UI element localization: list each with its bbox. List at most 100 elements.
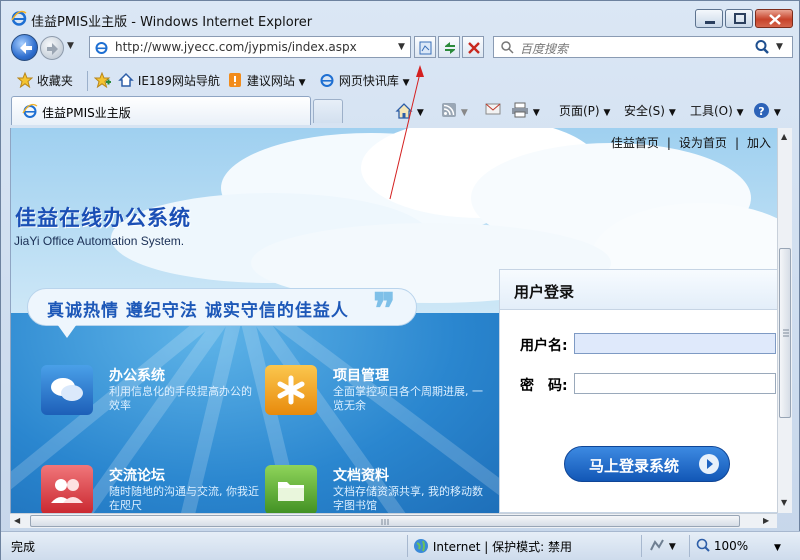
chevron-down-icon: ▼ — [668, 108, 676, 118]
users-icon — [41, 465, 93, 513]
status-text: 完成 — [11, 540, 36, 554]
feature-description: 全面掌控项目各个周期进展, 一览无余 — [333, 385, 483, 412]
security-zone-label: Internet | 保护模式: 禁用 — [432, 540, 573, 554]
favorite-link-suggested-sites[interactable]: 建议网站 ▼ — [227, 72, 306, 90]
address-dropdown-icon[interactable]: ▼ — [398, 42, 405, 52]
read-mail-button[interactable] — [485, 102, 501, 116]
password-input[interactable] — [574, 373, 776, 394]
login-header: 用户登录 — [500, 270, 777, 310]
vertical-scroll-thumb[interactable] — [779, 248, 791, 418]
stop-icon — [468, 42, 480, 54]
tools-menu[interactable]: 工具(O) ▼ — [690, 102, 744, 119]
svg-text:?: ? — [758, 105, 764, 118]
search-placeholder[interactable]: 百度搜索 — [520, 40, 568, 57]
login-title: 用户登录 — [514, 283, 575, 301]
chevron-down-icon: ▼ — [416, 108, 424, 118]
scroll-up-icon[interactable]: ▲ — [781, 132, 787, 141]
link-jiayi-home[interactable]: 佳益首页 — [611, 136, 659, 150]
slogan-text: 真诚热情 遵纪守法 诚实守信的佳益人 — [47, 301, 349, 321]
help-icon: ? — [754, 103, 769, 118]
feature-title: 项目管理 — [333, 368, 389, 384]
horizontal-scrollbar[interactable]: ◀ ▶ — [10, 513, 777, 528]
link-add-favorite[interactable]: 加入 — [747, 136, 771, 150]
star-icon — [16, 71, 34, 89]
ie-logo-icon — [11, 10, 27, 26]
favorite-link-web-slices[interactable]: 网页快讯库 ▼ — [319, 72, 410, 90]
chevron-down-icon: ▼ — [402, 78, 410, 88]
chevron-down-icon: ▼ — [532, 108, 540, 118]
zoom-control[interactable]: 100% ▼ — [696, 538, 781, 553]
feature-documents[interactable]: 文档资料 文档存储资源共享, 我的移动数字图书馆 — [265, 465, 485, 513]
maximize-button[interactable] — [725, 9, 753, 28]
horizontal-scroll-thumb[interactable] — [30, 515, 740, 527]
scroll-down-icon[interactable]: ▼ — [781, 498, 787, 507]
tab-active[interactable]: 佳益PMIS业主版 — [11, 96, 311, 125]
tab-bar: 佳益PMIS业主版 ▼ ▼ ▼ 页面(P) ▼ 安全(S) ▼ 工具(O) ▼ — [1, 96, 800, 126]
asterisk-icon — [265, 365, 317, 415]
add-favorite-button[interactable] — [93, 71, 112, 90]
login-panel: 用户登录 用户名: 密 码: 马上登录系统 — [499, 269, 777, 513]
home-button[interactable]: ▼ — [395, 102, 424, 119]
favorites-bar: 收藏夹 IE189网站导航 建议网站 ▼ 网页快讯库 ▼ — [1, 67, 800, 95]
favorites-button[interactable]: 收藏夹 — [16, 71, 73, 90]
feature-forum[interactable]: 交流论坛 随时随地的沟通与交流, 你我近在咫尺 — [41, 465, 261, 513]
search-icon[interactable] — [754, 39, 770, 55]
favorite-link-ie189[interactable]: IE189网站导航 — [118, 72, 220, 90]
username-label: 用户名: — [520, 338, 568, 354]
login-submit-label: 马上登录系统 — [589, 457, 680, 475]
grip-icon — [783, 329, 789, 337]
feature-office-system[interactable]: 办公系统 利用信息化的手段提高办公的效率 — [41, 365, 261, 425]
protected-mode-icon — [650, 539, 664, 551]
slogan-bubble-tail — [57, 324, 77, 338]
help-button[interactable]: ? ▼ — [753, 102, 781, 119]
safety-menu[interactable]: 安全(S) ▼ — [624, 102, 676, 119]
vertical-scrollbar[interactable]: ▲ ▼ — [777, 128, 792, 513]
rss-feed-icon — [442, 103, 456, 117]
link-set-homepage[interactable]: 设为首页 — [679, 136, 727, 150]
site-subtitle: JiaYi Office Automation System. — [14, 234, 185, 248]
address-bar[interactable]: http://www.jyecc.com/jypmis/index.aspx ▼ — [89, 36, 411, 58]
security-zone[interactable]: Internet | 保护模式: 禁用 — [413, 538, 572, 555]
zoom-icon — [696, 538, 710, 552]
protected-mode-button[interactable]: ▼ — [649, 538, 676, 552]
feature-description: 利用信息化的手段提高办公的效率 — [109, 385, 252, 412]
mail-icon — [485, 103, 501, 115]
scroll-left-icon[interactable]: ◀ — [14, 516, 20, 525]
title-bar[interactable]: 佳益PMIS业主版 - Windows Internet Explorer — [1, 1, 800, 35]
page-menu[interactable]: 页面(P) ▼ — [559, 102, 610, 119]
search-box[interactable]: 百度搜索 ▼ — [493, 36, 793, 58]
address-url[interactable]: http://www.jyecc.com/jypmis/index.aspx — [115, 40, 357, 54]
page-icon — [95, 42, 108, 54]
print-button[interactable]: ▼ — [511, 102, 540, 118]
feature-title: 文档资料 — [333, 468, 389, 484]
top-links: 佳益首页 | 设为首页 | 加入 — [607, 134, 775, 151]
scroll-right-icon[interactable]: ▶ — [763, 516, 769, 525]
feature-title: 办公系统 — [109, 368, 165, 384]
search-dropdown-icon[interactable]: ▼ — [776, 42, 783, 52]
minimize-button[interactable] — [695, 9, 723, 28]
favorite-link-label: IE189网站导航 — [137, 74, 220, 88]
feature-project-management[interactable]: 项目管理 全面掌控项目各个周期进展, 一览无余 — [265, 365, 485, 425]
site-title: 佳益在线办公系统 — [15, 206, 191, 230]
zoom-level: 100% — [713, 539, 749, 553]
chevron-down-icon: ▼ — [773, 108, 781, 118]
login-submit-button[interactable]: 马上登录系统 — [564, 446, 730, 482]
history-dropdown-icon[interactable]: ▼ — [67, 41, 74, 51]
password-label: 密 码: — [520, 378, 568, 394]
refresh-button[interactable] — [438, 36, 460, 58]
address-toolbar: ▼ http://www.jyecc.com/jypmis/index.aspx… — [1, 33, 800, 63]
minimize-icon — [705, 21, 715, 24]
close-icon — [769, 14, 781, 25]
feeds-button[interactable]: ▼ — [441, 102, 468, 118]
compatibility-view-button[interactable] — [414, 36, 436, 58]
close-window-button[interactable] — [755, 9, 793, 28]
forward-button[interactable] — [40, 36, 64, 60]
chevron-down-icon: ▼ — [460, 108, 468, 118]
stop-button[interactable] — [462, 36, 484, 58]
username-input[interactable] — [574, 333, 776, 354]
back-button[interactable] — [11, 34, 38, 61]
refresh-icon — [445, 42, 455, 54]
link-separator: | — [734, 136, 739, 150]
status-separator — [641, 535, 642, 557]
new-tab-button[interactable] — [313, 99, 343, 123]
